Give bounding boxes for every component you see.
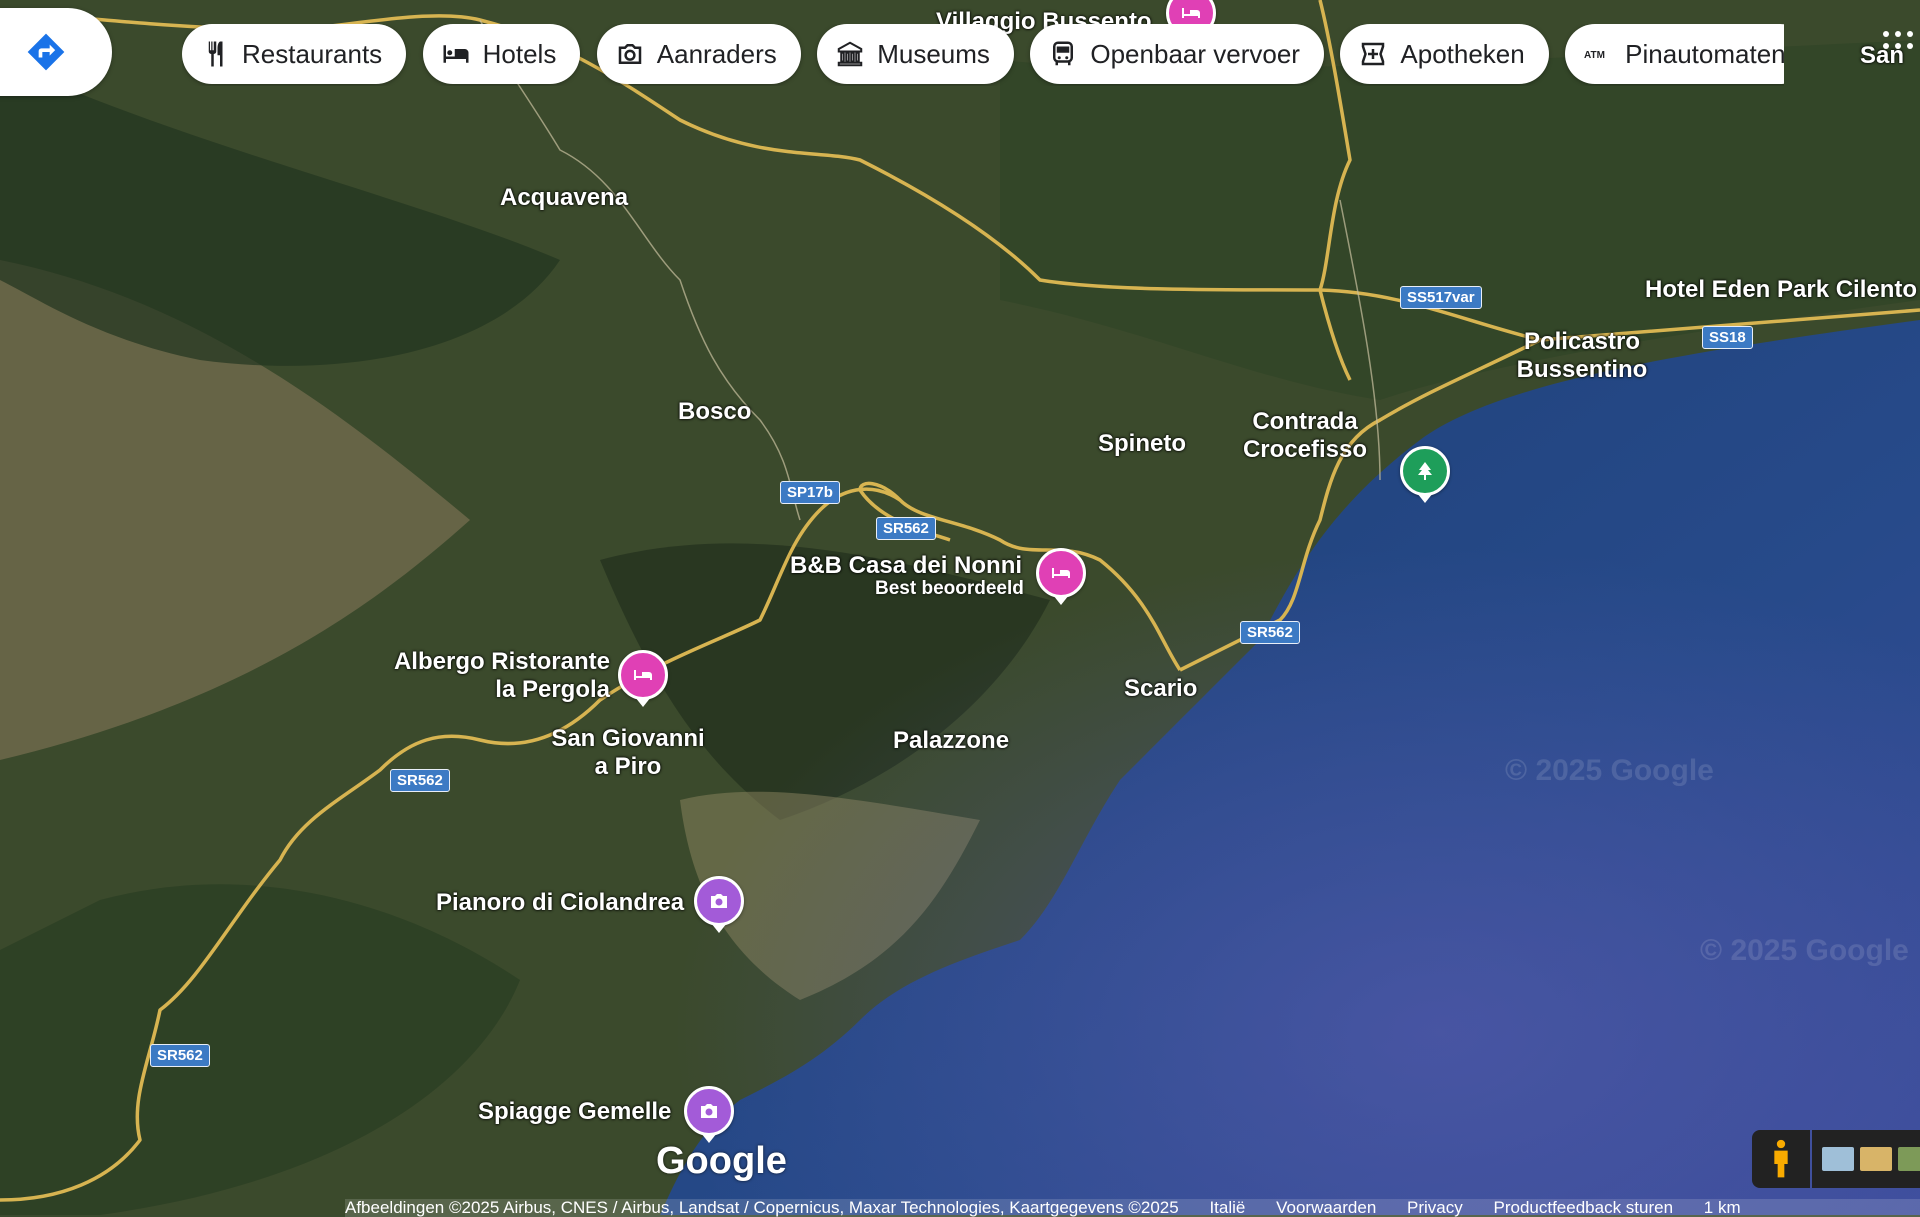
place-label-spiagge[interactable]: Spiagge Gemelle: [478, 1098, 671, 1126]
place-label-san-giovanni[interactable]: San Giovanni a Piro: [548, 725, 708, 781]
place-label-acquavena[interactable]: Acquavena: [500, 184, 628, 212]
bed-icon: [443, 45, 469, 63]
pharmacy-icon: [1362, 42, 1385, 66]
place-label-policastro[interactable]: Policastro Bussentino: [1512, 328, 1652, 384]
chip-aanraders[interactable]: Aanraders: [596, 24, 801, 84]
layer-thumb[interactable]: [1822, 1147, 1854, 1171]
place-label-scario[interactable]: Scario: [1124, 675, 1197, 703]
place-label-pianoro[interactable]: Pianoro di Ciolandrea: [436, 889, 684, 917]
chip-restaurants[interactable]: Restaurants: [182, 24, 407, 84]
scale-bar[interactable]: 1 km: [1704, 1198, 1741, 1217]
directions-button[interactable]: [0, 8, 112, 96]
road-shield-sp17b: SP17b: [780, 481, 840, 504]
place-label-palazzone[interactable]: Palazzone: [893, 727, 1009, 755]
place-label-line: Policastro: [1523, 328, 1641, 355]
chip-label: Openbaar vervoer: [1090, 38, 1300, 69]
bed-icon: [1182, 8, 1200, 18]
chip-label: Pinautomaten: [1625, 38, 1784, 69]
road-shield-sr562: SR562: [390, 769, 450, 792]
footer-terms-link[interactable]: Voorwaarden: [1276, 1198, 1376, 1217]
chip-label: Restaurants: [242, 38, 383, 69]
apps-grid-icon: [1883, 31, 1913, 49]
camera-icon: [701, 1104, 717, 1118]
hotel-pin-bnb[interactable]: [1036, 548, 1086, 605]
camera-icon: [618, 44, 642, 64]
place-label-bosco[interactable]: Bosco: [678, 398, 751, 426]
museum-icon: [837, 41, 863, 67]
road-shield-ss517var: SS517var: [1400, 286, 1482, 309]
footer-feedback-link[interactable]: Productfeedback sturen: [1493, 1198, 1673, 1217]
place-label-line: a Piro: [594, 753, 662, 780]
camera-icon: [711, 894, 727, 908]
footer-privacy-link[interactable]: Privacy: [1407, 1198, 1463, 1217]
bed-icon: [1052, 568, 1070, 578]
street-view-pegman[interactable]: [1752, 1130, 1810, 1188]
google-logo: Google: [656, 1140, 787, 1182]
chip-label: Aanraders: [656, 38, 777, 69]
layer-thumb[interactable]: [1860, 1147, 1892, 1171]
chip-label: Apotheken: [1400, 38, 1525, 69]
chip-hotels[interactable]: Hotels: [422, 24, 581, 84]
chip-label: Museums: [877, 38, 990, 69]
map-footer: Afbeeldingen ©2025 Airbus, CNES / Airbus…: [345, 1199, 1920, 1217]
place-label-albergo[interactable]: Albergo Ristorante la Pergola: [390, 648, 610, 704]
place-label-line: Crocefisso: [1242, 436, 1368, 463]
place-label-line: la Pergola: [495, 676, 610, 703]
category-chip-bar: Restaurants Hotels Aanraders Museums Ope…: [182, 24, 1784, 86]
place-label-bnb[interactable]: B&B Casa dei Nonni: [790, 552, 1022, 580]
watermark: © 2025 Google: [1505, 754, 1714, 787]
svg-text:ATM: ATM: [1584, 50, 1605, 61]
place-label-line: Albergo Ristorante: [393, 648, 610, 675]
chip-label: Hotels: [482, 38, 557, 69]
atm-icon: ATM: [1584, 50, 1605, 61]
camera-pin-spiagge[interactable]: [684, 1086, 734, 1143]
tree-icon: [1418, 462, 1432, 480]
chip-openbaar-vervoer[interactable]: Openbaar vervoer: [1030, 24, 1324, 84]
place-label-hotel-eden[interactable]: Hotel Eden Park Cilento: [1645, 276, 1917, 304]
apps-grid-button[interactable]: [1880, 28, 1916, 64]
place-label-line: Contrada: [1252, 408, 1358, 435]
hotel-pin-albergo[interactable]: [618, 650, 668, 707]
road-shield-sr562: SR562: [1240, 621, 1300, 644]
layers-switcher[interactable]: [1812, 1130, 1920, 1188]
place-label-line: Bussentino: [1516, 356, 1648, 383]
watermark-2: © 2025 Google: [1700, 934, 1909, 967]
park-pin[interactable]: [1400, 446, 1450, 503]
road-shield-sr562: SR562: [150, 1044, 210, 1067]
place-label-contrada[interactable]: Contrada Crocefisso: [1240, 408, 1370, 464]
road-shield-sr562: SR562: [876, 517, 936, 540]
place-label-line: San Giovanni: [551, 725, 705, 752]
camera-pin-pianoro[interactable]: [694, 876, 744, 933]
pegman-icon: [1774, 1139, 1788, 1178]
chip-museums[interactable]: Museums: [817, 24, 1014, 84]
chip-apotheken[interactable]: Apotheken: [1340, 24, 1549, 84]
chip-pinautomaten[interactable]: ATM Pinautomaten: [1565, 24, 1784, 84]
directions-icon: [27, 33, 65, 71]
place-sublabel-bnb: Best beoordeeld: [875, 578, 1024, 599]
road-shield-ss18: SS18: [1702, 326, 1753, 349]
place-label-spineto[interactable]: Spineto: [1098, 430, 1186, 458]
layer-thumb[interactable]: [1898, 1147, 1920, 1171]
fork-knife-icon: [208, 41, 223, 67]
bed-icon: [634, 670, 652, 680]
bus-icon: [1053, 41, 1074, 66]
satellite-map[interactable]: © 2025 Google © 2025 Google: [0, 0, 1920, 1215]
attribution-text: Afbeeldingen ©2025 Airbus, CNES / Airbus…: [345, 1198, 1179, 1217]
footer-country[interactable]: Italië: [1209, 1198, 1245, 1217]
